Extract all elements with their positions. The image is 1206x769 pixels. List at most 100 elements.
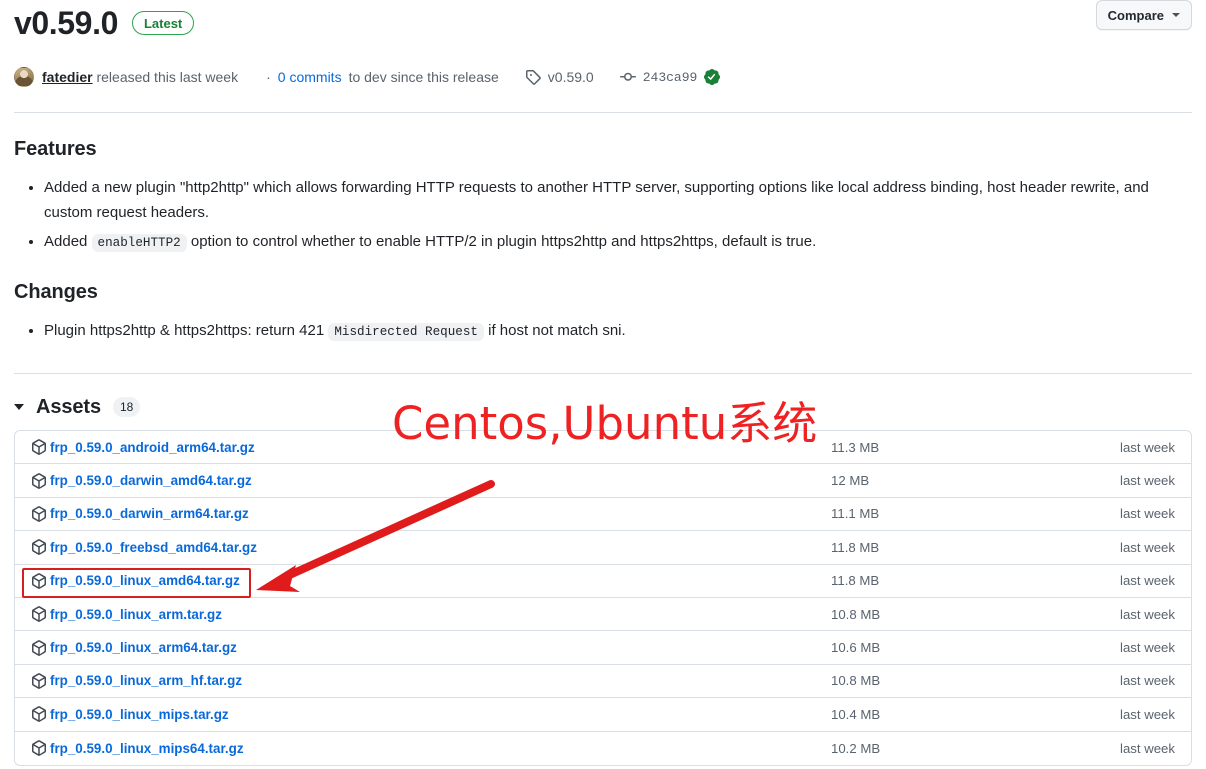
asset-date-cell: last week [1120,573,1175,589]
change-text-pre: Plugin https2http & https2https: return … [44,322,329,339]
asset-download-link[interactable]: frp_0.59.0_freebsd_amd64.tar.gz [50,540,257,555]
package-icon [32,572,46,589]
released-text: released this last week [96,69,239,85]
asset-name-cell: frp_0.59.0_linux_mips64.tar.gz [31,740,831,757]
verified-check-icon [704,69,721,85]
package-icon [32,606,46,622]
list-item: Added enableHTTP2 option to control whet… [44,229,1192,256]
package-icon [32,639,46,656]
compare-button-label: Compare [1107,7,1164,23]
release-author-line: fatedier released this last week [42,69,238,85]
feature-text-pre: Added a new plugin "http2http" which all… [44,179,1149,221]
compare-button[interactable]: Compare [1095,0,1192,30]
asset-name-cell: frp_0.59.0_freebsd_amd64.tar.gz [31,539,831,556]
asset-size-cell: 11.3 MB [831,439,880,455]
list-item: Plugin https2http & https2https: return … [44,318,1192,345]
avatar[interactable] [14,67,34,87]
assets-header[interactable]: Assets 18 [14,390,1192,424]
release-header: v0.59.0 Latest Compare fatedier released… [0,0,1206,92]
package-icon [32,740,46,757]
commit-sha: 243ca99 [642,69,698,85]
inline-code: Misdirected Request [328,323,484,341]
asset-name-cell: frp_0.59.0_android_arm64.tar.gz [31,439,831,456]
asset-download-link[interactable]: frp_0.59.0_linux_arm64.tar.gz [50,640,237,655]
asset-download-link[interactable]: frp_0.59.0_linux_arm.tar.gz [50,607,222,622]
asset-date-cell: last week [1120,539,1175,555]
feature-text-post: option to control whether to enable HTTP… [186,233,817,250]
inline-code: enableHTTP2 [91,234,187,252]
asset-size-cell: 11.8 MB [831,539,880,555]
asset-size-cell: 11.8 MB [831,573,880,589]
chevron-down-icon [1172,13,1180,17]
commit-meta[interactable]: 243ca99 [619,69,721,85]
header-divider [14,112,1192,113]
table-row[interactable]: frp_0.59.0_linux_mips.tar.gz 10.4 MB last … [15,698,1191,732]
asset-size-cell: 12 MB [831,473,870,489]
tag-icon [525,70,541,85]
assets-divider [14,373,1192,374]
table-row[interactable]: frp_0.59.0_linux_arm_hf.tar.gz 10.8 MB las… [15,665,1191,699]
asset-size-cell: 11.1 MB [831,506,880,522]
assets-label: Assets [36,395,101,418]
release-body: Features Added a new plugin "http2http" … [0,135,1206,345]
change-text-post: if host not match sni. [483,322,626,339]
package-icon [32,673,46,689]
features-list: Added a new plugin "http2http" which all… [14,175,1192,256]
assets-section: Assets 18 frp_0.59.0_android_arm64.tar.g… [0,390,1206,766]
tag-meta[interactable]: v0.59.0 [525,69,594,85]
table-row[interactable]: frp_0.59.0_linux_mips64.tar.gz 10.2 MB las… [15,732,1191,765]
package-icon [32,439,46,456]
asset-date-cell: last week [1120,640,1175,656]
list-item: Added a new plugin "http2http" which all… [44,175,1192,225]
table-row[interactable]: frp_0.59.0_linux_arm64.tar.gz 10.6 MB last… [15,631,1191,665]
asset-size-cell: 10.8 MB [831,606,881,622]
table-row[interactable]: frp_0.59.0_linux_arm.tar.gz 10.8 MB last w… [15,598,1191,632]
table-row[interactable]: frp_0.59.0_freebsd_amd64.tar.gz 11.8 MB la… [15,531,1191,565]
triangle-down-icon[interactable] [14,404,24,410]
asset-download-link[interactable]: frp_0.59.0_darwin_amd64.tar.gz [50,473,252,488]
package-icon [32,539,46,556]
asset-size-cell: 10.2 MB [831,740,881,756]
asset-download-link[interactable]: frp_0.59.0_linux_arm_hf.tar.gz [50,673,242,688]
asset-date-cell: last week [1120,439,1175,455]
assets-table: frp_0.59.0_android_arm64.tar.gz 11.3 MB la… [14,430,1192,766]
author-link[interactable]: fatedier [42,69,93,85]
commits-meta: · 0 commits to dev since this release [266,69,499,85]
commits-suffix: to dev since this release [348,69,499,85]
asset-name-cell: frp_0.59.0_darwin_arm64.tar.gz [31,506,831,522]
features-heading: Features [14,138,97,160]
table-row[interactable]: frp_0.59.0_darwin_arm64.tar.gz 11.1 MB las… [15,498,1191,532]
asset-download-link[interactable]: frp_0.59.0_linux_amd64.tar.gz [50,573,240,588]
commits-prefix: · [266,69,271,85]
asset-name-cell: frp_0.59.0_linux_mips.tar.gz [31,706,831,723]
asset-size-cell: 10.4 MB [831,706,881,722]
changes-heading: Changes [14,281,98,303]
asset-download-link[interactable]: frp_0.59.0_linux_mips.tar.gz [50,707,229,722]
package-icon [32,706,46,723]
asset-download-link[interactable]: frp_0.59.0_darwin_arm64.tar.gz [50,506,249,521]
asset-date-cell: last week [1120,706,1175,722]
latest-badge: Latest [131,11,195,35]
table-row[interactable]: frp_0.59.0_darwin_amd64.tar.gz 12 MB last … [15,464,1191,498]
feature-text-pre: Added [44,233,92,250]
asset-date-cell: last week [1120,606,1175,622]
release-meta-row: fatedier released this last week · 0 com… [14,62,1192,92]
page-title: v0.59.0 [14,5,118,41]
assets-count-badge: 18 [113,397,141,417]
asset-name-cell: frp_0.59.0_darwin_amd64.tar.gz [31,472,831,489]
asset-date-cell: last week [1120,740,1175,756]
asset-date-cell: last week [1120,673,1175,689]
table-row[interactable]: frp_0.59.0_android_arm64.tar.gz 11.3 MB la… [15,431,1191,465]
asset-download-link[interactable]: frp_0.59.0_linux_mips64.tar.gz [50,741,244,756]
asset-size-cell: 10.8 MB [831,673,881,689]
release-title-row: v0.59.0 Latest [14,0,1192,44]
asset-name-cell: frp_0.59.0_linux_arm_hf.tar.gz [31,673,831,689]
asset-size-cell: 10.6 MB [831,640,881,656]
asset-date-cell: last week [1120,506,1175,522]
table-row[interactable]: frp_0.59.0_linux_amd64.tar.gz 11.8 MB last… [15,565,1191,598]
asset-date-cell: last week [1120,473,1175,489]
asset-download-link[interactable]: frp_0.59.0_android_arm64.tar.gz [50,440,255,455]
commits-link[interactable]: 0 commits [278,69,342,85]
git-commit-icon [619,72,636,81]
asset-name-cell: frp_0.59.0_linux_arm64.tar.gz [31,639,831,656]
